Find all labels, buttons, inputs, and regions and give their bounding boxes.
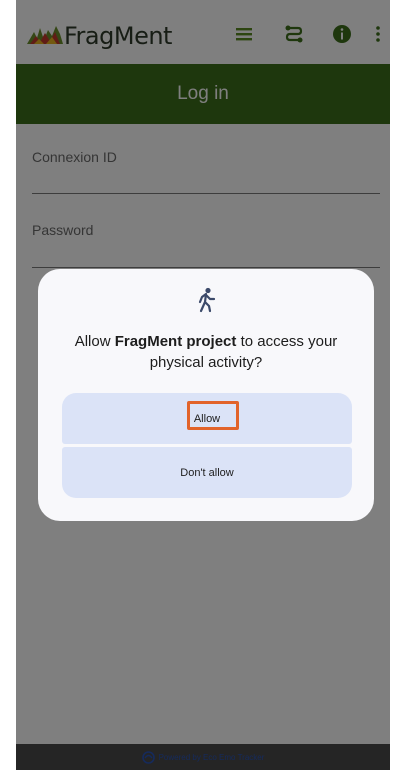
allow-button[interactable]: Allow [62,393,352,444]
permission-dialog: Allow FragMent project to access your ph… [38,269,374,521]
message-prefix: Allow [74,333,115,350]
dont-allow-button-label: Don't allow [180,466,234,479]
dont-allow-button[interactable]: Don't allow [62,447,352,498]
phone-screen: FragMent Log in Connexion ID Password [16,0,390,770]
walking-person-icon [198,287,216,313]
permission-message: Allow FragMent project to access your ph… [52,331,360,373]
allow-highlight-box [187,401,239,430]
message-app-name: FragMent project [114,333,237,350]
